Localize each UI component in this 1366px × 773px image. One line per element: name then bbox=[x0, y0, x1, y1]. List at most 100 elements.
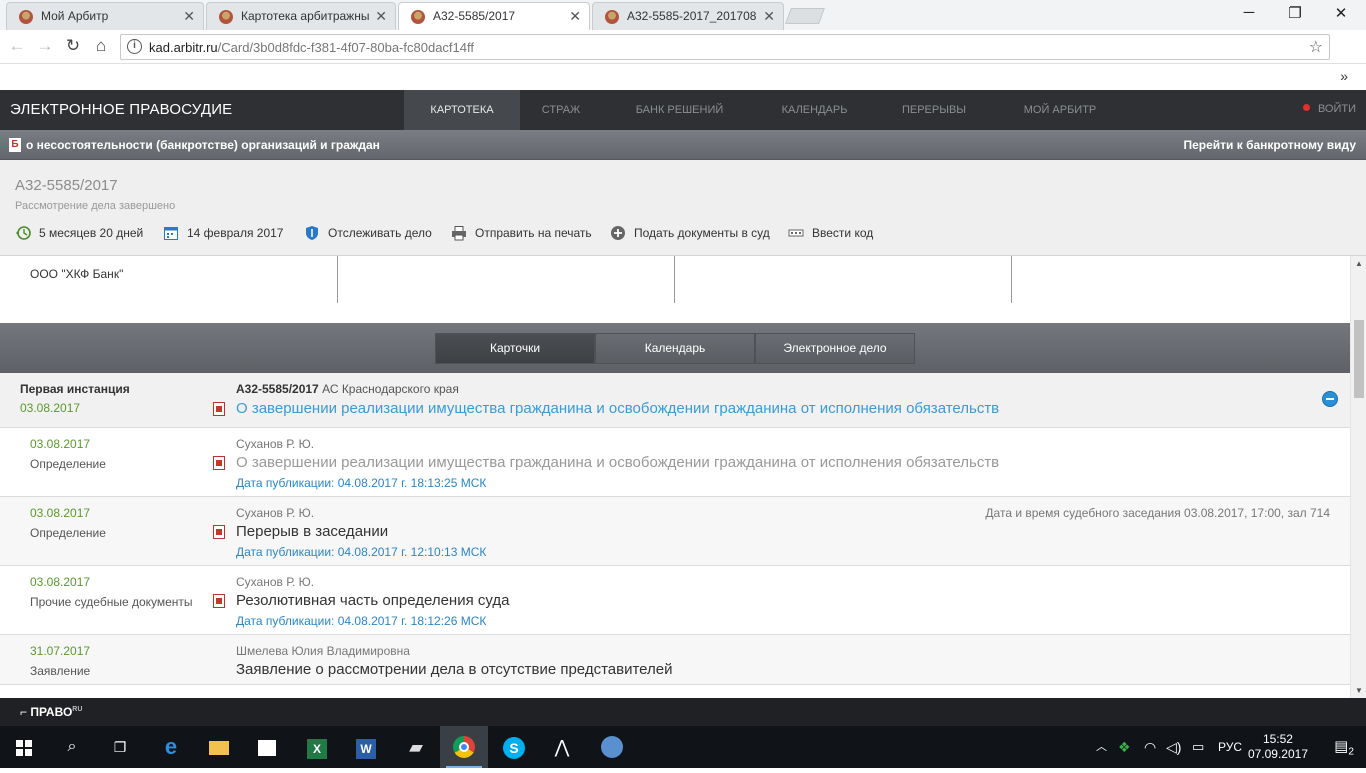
browser-tabstrip: Мой Арбитр ✕ Картотека арбитражны ✕ А32-… bbox=[0, 0, 1366, 30]
doc-title-link[interactable]: О завершении реализации имущества гражда… bbox=[236, 454, 999, 471]
nav-item-strazh[interactable]: СТРАЖ bbox=[520, 90, 602, 130]
scroll-up-icon[interactable]: ▲ bbox=[1355, 259, 1363, 268]
duration-item: 5 месяцев 20 дней bbox=[15, 224, 143, 242]
pdf-icon[interactable] bbox=[213, 402, 225, 416]
pravo-logo-sup: RU bbox=[72, 706, 83, 713]
login-link[interactable]: ВОЙТИ bbox=[1302, 103, 1356, 115]
excel-icon[interactable]: X bbox=[293, 726, 341, 768]
bankruptcy-view-link[interactable]: Перейти к банкротному виду bbox=[1183, 138, 1356, 152]
maximize-icon[interactable]: ❐ bbox=[1272, 4, 1318, 22]
window-close-icon[interactable]: ✕ bbox=[1318, 4, 1364, 22]
wifi-icon[interactable]: ◠ bbox=[1144, 726, 1156, 768]
search-icon[interactable]: ⌕ bbox=[48, 726, 96, 768]
tab-elektronnoe-delo[interactable]: Электронное дело bbox=[755, 333, 915, 364]
app-arrows-icon[interactable]: ⋀ bbox=[538, 726, 586, 768]
pdf-icon[interactable] bbox=[213, 525, 225, 539]
instance-case-ref: А32-5585/2017 bbox=[236, 382, 319, 396]
pravo-logo-text: ПРАВО bbox=[30, 705, 73, 719]
track-case-button[interactable]: Отслеживать дело bbox=[304, 224, 432, 242]
participant-name[interactable]: ООО "ХКФ Банк" bbox=[30, 267, 123, 281]
pdf-icon[interactable] bbox=[213, 456, 225, 470]
print-button[interactable]: Отправить на печать bbox=[451, 224, 592, 242]
nav-item-moi-arbitr[interactable]: МОЙ АРБИТР bbox=[996, 90, 1124, 130]
bookmarks-more[interactable]: » bbox=[1340, 68, 1348, 84]
track-case-label: Отслеживать дело bbox=[328, 226, 432, 240]
submit-documents-button[interactable]: Подать документы в суд bbox=[610, 224, 770, 242]
tab-kalendar[interactable]: Календарь bbox=[595, 333, 755, 364]
system-clock[interactable]: 15:52 07.09.2017 bbox=[1248, 732, 1308, 762]
tray-expand-icon[interactable]: ︿ bbox=[1096, 726, 1107, 768]
bookmark-star-icon[interactable]: ☆ bbox=[1309, 37, 1323, 57]
word-icon[interactable]: W bbox=[342, 726, 390, 768]
doc-title-link[interactable]: Резолютивная часть определения суда bbox=[236, 592, 509, 609]
instance-court: АС Краснодарского края bbox=[322, 382, 459, 396]
close-icon[interactable]: ✕ bbox=[183, 3, 195, 29]
calendar-icon bbox=[164, 227, 178, 240]
pdf-icon[interactable] bbox=[213, 594, 225, 608]
bankruptcy-bar: Б о несостоятельности (банкротстве) орга… bbox=[0, 130, 1366, 160]
notifications-button[interactable]: ▤2 bbox=[1322, 726, 1366, 768]
chrome-icon[interactable] bbox=[440, 726, 488, 768]
battery-icon[interactable]: ▭ bbox=[1192, 726, 1204, 768]
tab-kartochki[interactable]: Карточки bbox=[435, 333, 595, 364]
scroll-down-icon[interactable]: ▼ bbox=[1355, 686, 1363, 695]
nav-item-kalendar[interactable]: КАЛЕНДАРЬ bbox=[757, 90, 872, 130]
back-arrow-icon[interactable]: ← bbox=[6, 36, 28, 56]
plus-circle-icon bbox=[611, 226, 625, 240]
reload-icon[interactable]: ↻ bbox=[62, 36, 84, 56]
browser-tab-kartoteka[interactable]: Картотека арбитражны ✕ bbox=[206, 2, 396, 30]
close-icon[interactable]: ✕ bbox=[763, 3, 775, 29]
site-brand[interactable]: ЭЛЕКТРОННОЕ ПРАВОСУДИЕ bbox=[10, 101, 232, 118]
address-bar[interactable]: i kad.arbitr.ru/Card/3b0d8fdc-f381-4f07-… bbox=[120, 34, 1330, 60]
dropbox-icon[interactable]: ❖ bbox=[1118, 726, 1131, 768]
file-explorer-icon[interactable] bbox=[195, 726, 243, 768]
scrollbar-thumb[interactable] bbox=[1354, 320, 1364, 398]
windows-start-icon[interactable] bbox=[0, 726, 48, 768]
doc-publication-date: Дата публикации: 04.08.2017 г. 12:10:13 … bbox=[236, 545, 487, 559]
home-icon[interactable]: ⌂ bbox=[90, 36, 112, 56]
doc-type: Определение bbox=[30, 457, 106, 471]
browser-tab-title: А32-5585-2017_201708 bbox=[627, 9, 757, 23]
minimize-icon[interactable]: ─ bbox=[1226, 4, 1272, 21]
doc-type: Прочие судебные документы bbox=[30, 595, 193, 609]
doc-publication-date: Дата публикации: 04.08.2017 г. 18:13:25 … bbox=[236, 476, 487, 490]
skype-icon[interactable]: S bbox=[490, 726, 538, 768]
nav-item-pereryvy[interactable]: ПЕРЕРЫВЫ bbox=[872, 90, 996, 130]
arbitr-favicon-icon bbox=[19, 10, 33, 24]
edge-icon[interactable]: e bbox=[147, 726, 195, 768]
instance-date: 03.08.2017 bbox=[20, 401, 81, 415]
card-tabs-bar: Карточки Календарь Электронное дело bbox=[0, 323, 1350, 373]
info-icon[interactable]: i bbox=[127, 39, 142, 54]
browser-tab-pdf[interactable]: А32-5585-2017_201708 ✕ bbox=[592, 2, 784, 30]
doc-date: 03.08.2017 bbox=[30, 575, 91, 589]
volume-icon[interactable]: ◁) bbox=[1166, 726, 1181, 768]
browser-toolbar: ← → ↻ ⌂ i kad.arbitr.ru/Card/3b0d8fdc-f3… bbox=[0, 30, 1366, 64]
browser-tab-case[interactable]: А32-5585/2017 ✕ bbox=[398, 2, 590, 30]
doc-title-link[interactable]: Заявление о рассмотрении дела в отсутств… bbox=[236, 661, 672, 678]
nav-item-kartoteka[interactable]: КАРТОТЕКА bbox=[404, 90, 520, 130]
date-label: 14 февраля 2017 bbox=[187, 226, 284, 240]
table-row: 31.07.2017 Заявление Шмелева Юлия Владим… bbox=[0, 635, 1350, 685]
close-icon[interactable]: ✕ bbox=[569, 3, 581, 29]
forward-arrow-icon[interactable]: → bbox=[34, 36, 56, 56]
clock-back-icon bbox=[16, 226, 31, 240]
instance-title-link[interactable]: О завершении реализации имущества гражда… bbox=[236, 400, 999, 417]
task-view-icon[interactable]: ❐ bbox=[96, 726, 144, 768]
browser-tab-moi-arbitr[interactable]: Мой Арбитр ✕ bbox=[6, 2, 204, 30]
enter-code-button[interactable]: Ввести код bbox=[788, 224, 873, 242]
new-tab-button[interactable] bbox=[785, 8, 825, 24]
pravo-logo[interactable]: ⌐ ПРАВОRU bbox=[20, 705, 82, 719]
bankruptcy-icon: Б bbox=[9, 138, 21, 152]
store-icon[interactable] bbox=[243, 726, 291, 768]
doc-title-link[interactable]: Перерыв в заседании bbox=[236, 523, 388, 540]
collapse-icon[interactable] bbox=[1322, 391, 1338, 407]
nav-item-bank-resheniy[interactable]: БАНК РЕШЕНИЙ bbox=[602, 90, 757, 130]
table-row: 03.08.2017 Определение Суханов Р. Ю. О з… bbox=[0, 428, 1350, 497]
language-indicator[interactable]: РУС bbox=[1218, 726, 1242, 768]
close-icon[interactable]: ✕ bbox=[375, 3, 387, 29]
doc-hearing-info: Дата и время судебного заседания 03.08.2… bbox=[985, 506, 1330, 520]
browser-tab-title: Картотека арбитражны bbox=[241, 9, 370, 23]
scanner-icon[interactable]: ▰ bbox=[392, 726, 440, 768]
page-scrollbar[interactable]: ▲ ▼ bbox=[1350, 256, 1366, 698]
mail-app-icon[interactable] bbox=[588, 726, 636, 768]
